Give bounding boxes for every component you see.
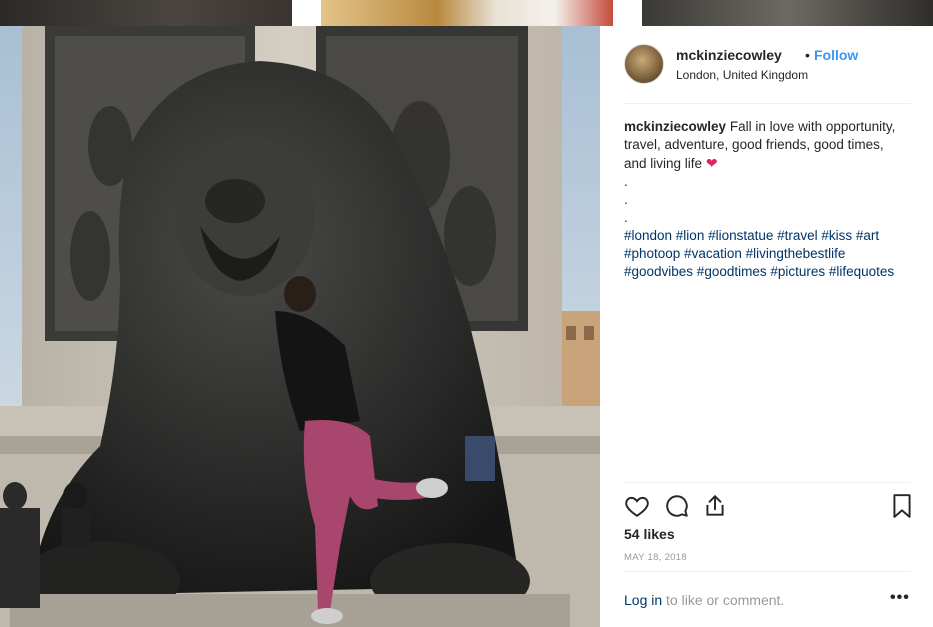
post-caption: mckinziecowley Fall in love with opportu… (624, 118, 914, 281)
bookmark-icon[interactable] (889, 493, 915, 519)
post-sidebar: mckinziecowley • Follow London, United K… (600, 26, 933, 627)
thumbnail-2[interactable] (321, 0, 613, 26)
comment-divider (624, 571, 911, 572)
caption-text-2: travel, adventure, good friends, good ti… (624, 137, 884, 152)
post-photo[interactable] (0, 26, 600, 627)
more-options-button[interactable]: ••• (890, 589, 910, 607)
actions-divider (624, 482, 911, 483)
caption-line-1: mckinziecowley Fall in love with opportu… (624, 118, 914, 136)
caption-username[interactable]: mckinziecowley (624, 119, 726, 134)
hashtags-line-3[interactable]: #goodvibes #goodtimes #pictures #lifequo… (624, 263, 914, 281)
thumbnail-3[interactable] (642, 0, 933, 26)
post-date[interactable]: MAY 18, 2018 (624, 552, 687, 563)
caption-text-1: Fall in love with opportunity, (729, 119, 896, 134)
hashtags-line-2[interactable]: #photoop #vacation #livingthebestlife (624, 245, 914, 263)
red-heart-emoji: ❤ (705, 155, 718, 171)
login-link[interactable]: Log in (624, 592, 662, 608)
login-prompt: Log in to like or comment. (624, 592, 784, 608)
caption-dot-2: . (624, 192, 628, 207)
thumbnail-1[interactable] (0, 0, 292, 26)
heart-outline-icon[interactable] (624, 493, 650, 519)
follow-button[interactable]: Follow (814, 47, 858, 63)
user-avatar[interactable] (624, 44, 664, 84)
hashtags-line-1[interactable]: #london #lion #lionstatue #travel #kiss … (624, 227, 914, 245)
separator-dot: • (805, 47, 810, 63)
caption-dot-1: . (624, 174, 628, 189)
share-upload-icon[interactable] (702, 493, 728, 519)
caption-dot-3: . (624, 210, 628, 225)
caption-line-3: and living life ❤ (624, 154, 914, 173)
post-header: mckinziecowley • Follow London, United K… (624, 44, 911, 104)
login-prompt-text: to like or comment. (662, 592, 785, 608)
comment-bubble-icon[interactable] (664, 493, 690, 519)
caption-text-3: and living life (624, 156, 703, 171)
location-link[interactable]: London, United Kingdom (676, 68, 808, 82)
likes-count[interactable]: 54 likes (624, 526, 675, 542)
header-username[interactable]: mckinziecowley (676, 47, 782, 63)
thumbnail-strip (0, 0, 933, 26)
